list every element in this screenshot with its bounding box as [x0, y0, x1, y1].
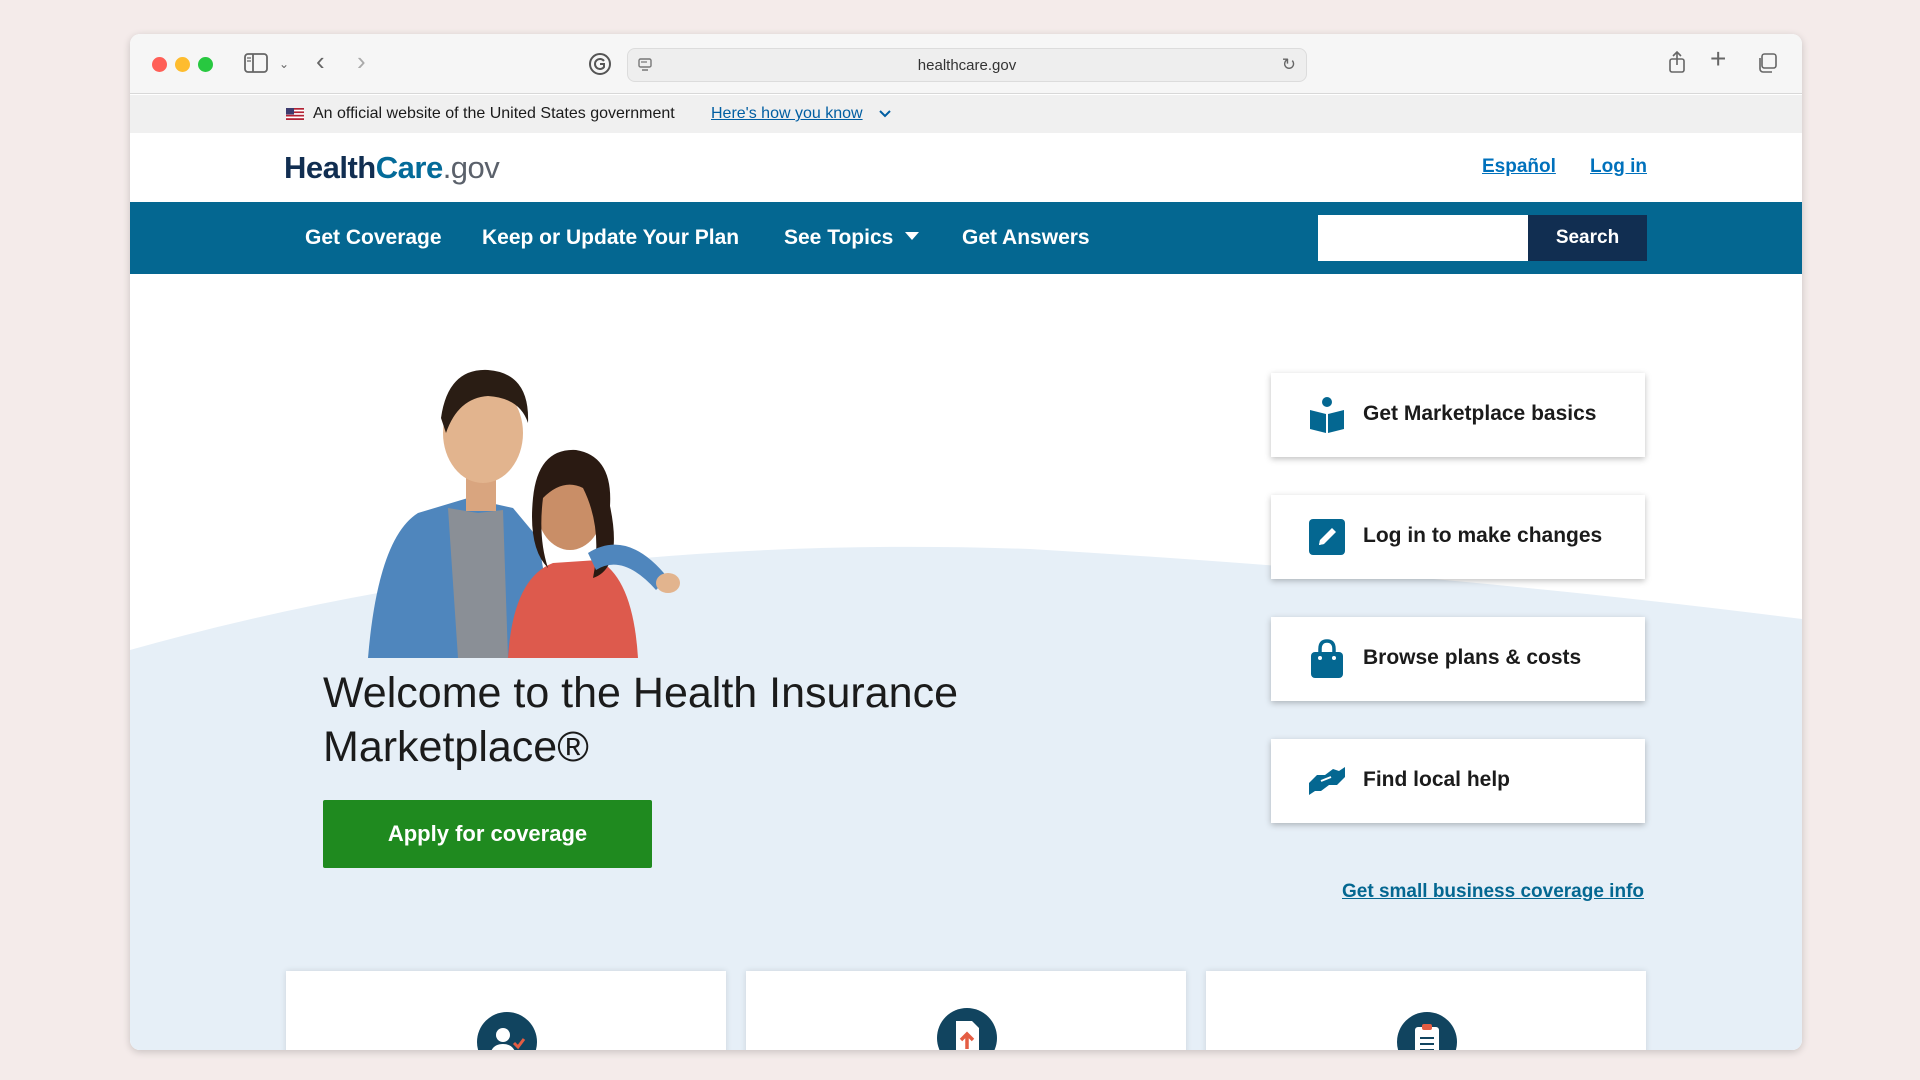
new-tab-icon[interactable]: + [1710, 45, 1726, 73]
card-label: Browse plans & costs [1363, 646, 1582, 669]
sidebar-toggle-icon[interactable] [244, 53, 268, 73]
us-flag-icon [286, 108, 304, 120]
document-upload-icon [937, 1008, 997, 1050]
shopping-bag-icon [1311, 639, 1343, 678]
search-input[interactable] [1318, 215, 1528, 261]
heres-how-you-know-link[interactable]: Here's how you know [711, 105, 863, 123]
tab-overview-icon[interactable] [1756, 52, 1778, 74]
search-button[interactable]: Search [1528, 215, 1647, 261]
main-nav: Get Coverage Keep or Update Your Plan Se… [130, 202, 1802, 274]
small-business-coverage-link[interactable]: Get small business coverage info [1342, 881, 1644, 903]
chevron-down-icon[interactable]: ⌄ [279, 54, 289, 74]
login-link[interactable]: Log in [1590, 156, 1647, 178]
find-local-help-card[interactable]: Find local help [1271, 739, 1645, 823]
browser-window: ⌄ ‹ › healthcare.gov ↻ + An official web… [130, 34, 1802, 1050]
bottom-card[interactable] [746, 971, 1186, 1050]
browser-toolbar: ⌄ ‹ › healthcare.gov ↻ + [130, 34, 1802, 94]
espanol-link[interactable]: Español [1482, 156, 1556, 178]
apply-for-coverage-button[interactable]: Apply for coverage [323, 800, 652, 868]
card-label: Get Marketplace basics [1363, 402, 1597, 425]
healthcare-gov-logo[interactable]: HealthCare.gov [284, 150, 500, 186]
reload-icon[interactable]: ↻ [1282, 55, 1296, 75]
clipboard-list-icon [1397, 1012, 1457, 1050]
card-label: Log in to make changes [1363, 524, 1603, 547]
back-arrow-icon[interactable]: ‹ [316, 48, 325, 74]
gov-banner-text: An official website of the United States… [313, 105, 675, 122]
family-photo [368, 369, 680, 658]
bottom-card[interactable] [1206, 971, 1646, 1050]
browse-plans-costs-card[interactable]: Browse plans & costs [1271, 617, 1645, 701]
site-header: HealthCare.gov Español Log in [130, 133, 1802, 202]
url-text[interactable]: healthcare.gov [628, 57, 1306, 74]
zoom-window-button[interactable] [198, 57, 213, 72]
nav-get-answers[interactable]: Get Answers [962, 226, 1090, 250]
hero-section: Welcome to the Health Insurance Marketpl… [130, 274, 1802, 1050]
card-label: Find local help [1363, 768, 1511, 791]
caret-down-icon [905, 232, 920, 241]
chevron-down-icon[interactable] [879, 109, 891, 119]
address-bar[interactable]: healthcare.gov ↻ [627, 48, 1307, 82]
edit-pencil-icon [1309, 519, 1345, 555]
user-check-icon [477, 1012, 537, 1050]
forward-arrow-icon[interactable]: › [357, 48, 366, 74]
grammarly-icon[interactable] [588, 52, 612, 76]
gov-banner: An official website of the United States… [130, 95, 1802, 133]
book-reader-icon [1310, 397, 1344, 433]
close-window-button[interactable] [152, 57, 167, 72]
nav-see-topics-label: See Topics [784, 226, 894, 249]
bottom-card[interactable] [286, 971, 726, 1050]
login-to-make-changes-card[interactable]: Log in to make changes [1271, 495, 1645, 579]
minimize-window-button[interactable] [175, 57, 190, 72]
share-icon[interactable] [1667, 50, 1687, 74]
welcome-heading: Welcome to the Health Insurance Marketpl… [323, 669, 958, 771]
handshake-icon [1309, 767, 1345, 795]
get-marketplace-basics-card[interactable]: Get Marketplace basics [1271, 373, 1645, 457]
nav-see-topics[interactable]: See Topics [784, 226, 920, 250]
nav-get-coverage[interactable]: Get Coverage [305, 226, 442, 250]
nav-keep-or-update-plan[interactable]: Keep or Update Your Plan [482, 226, 739, 250]
